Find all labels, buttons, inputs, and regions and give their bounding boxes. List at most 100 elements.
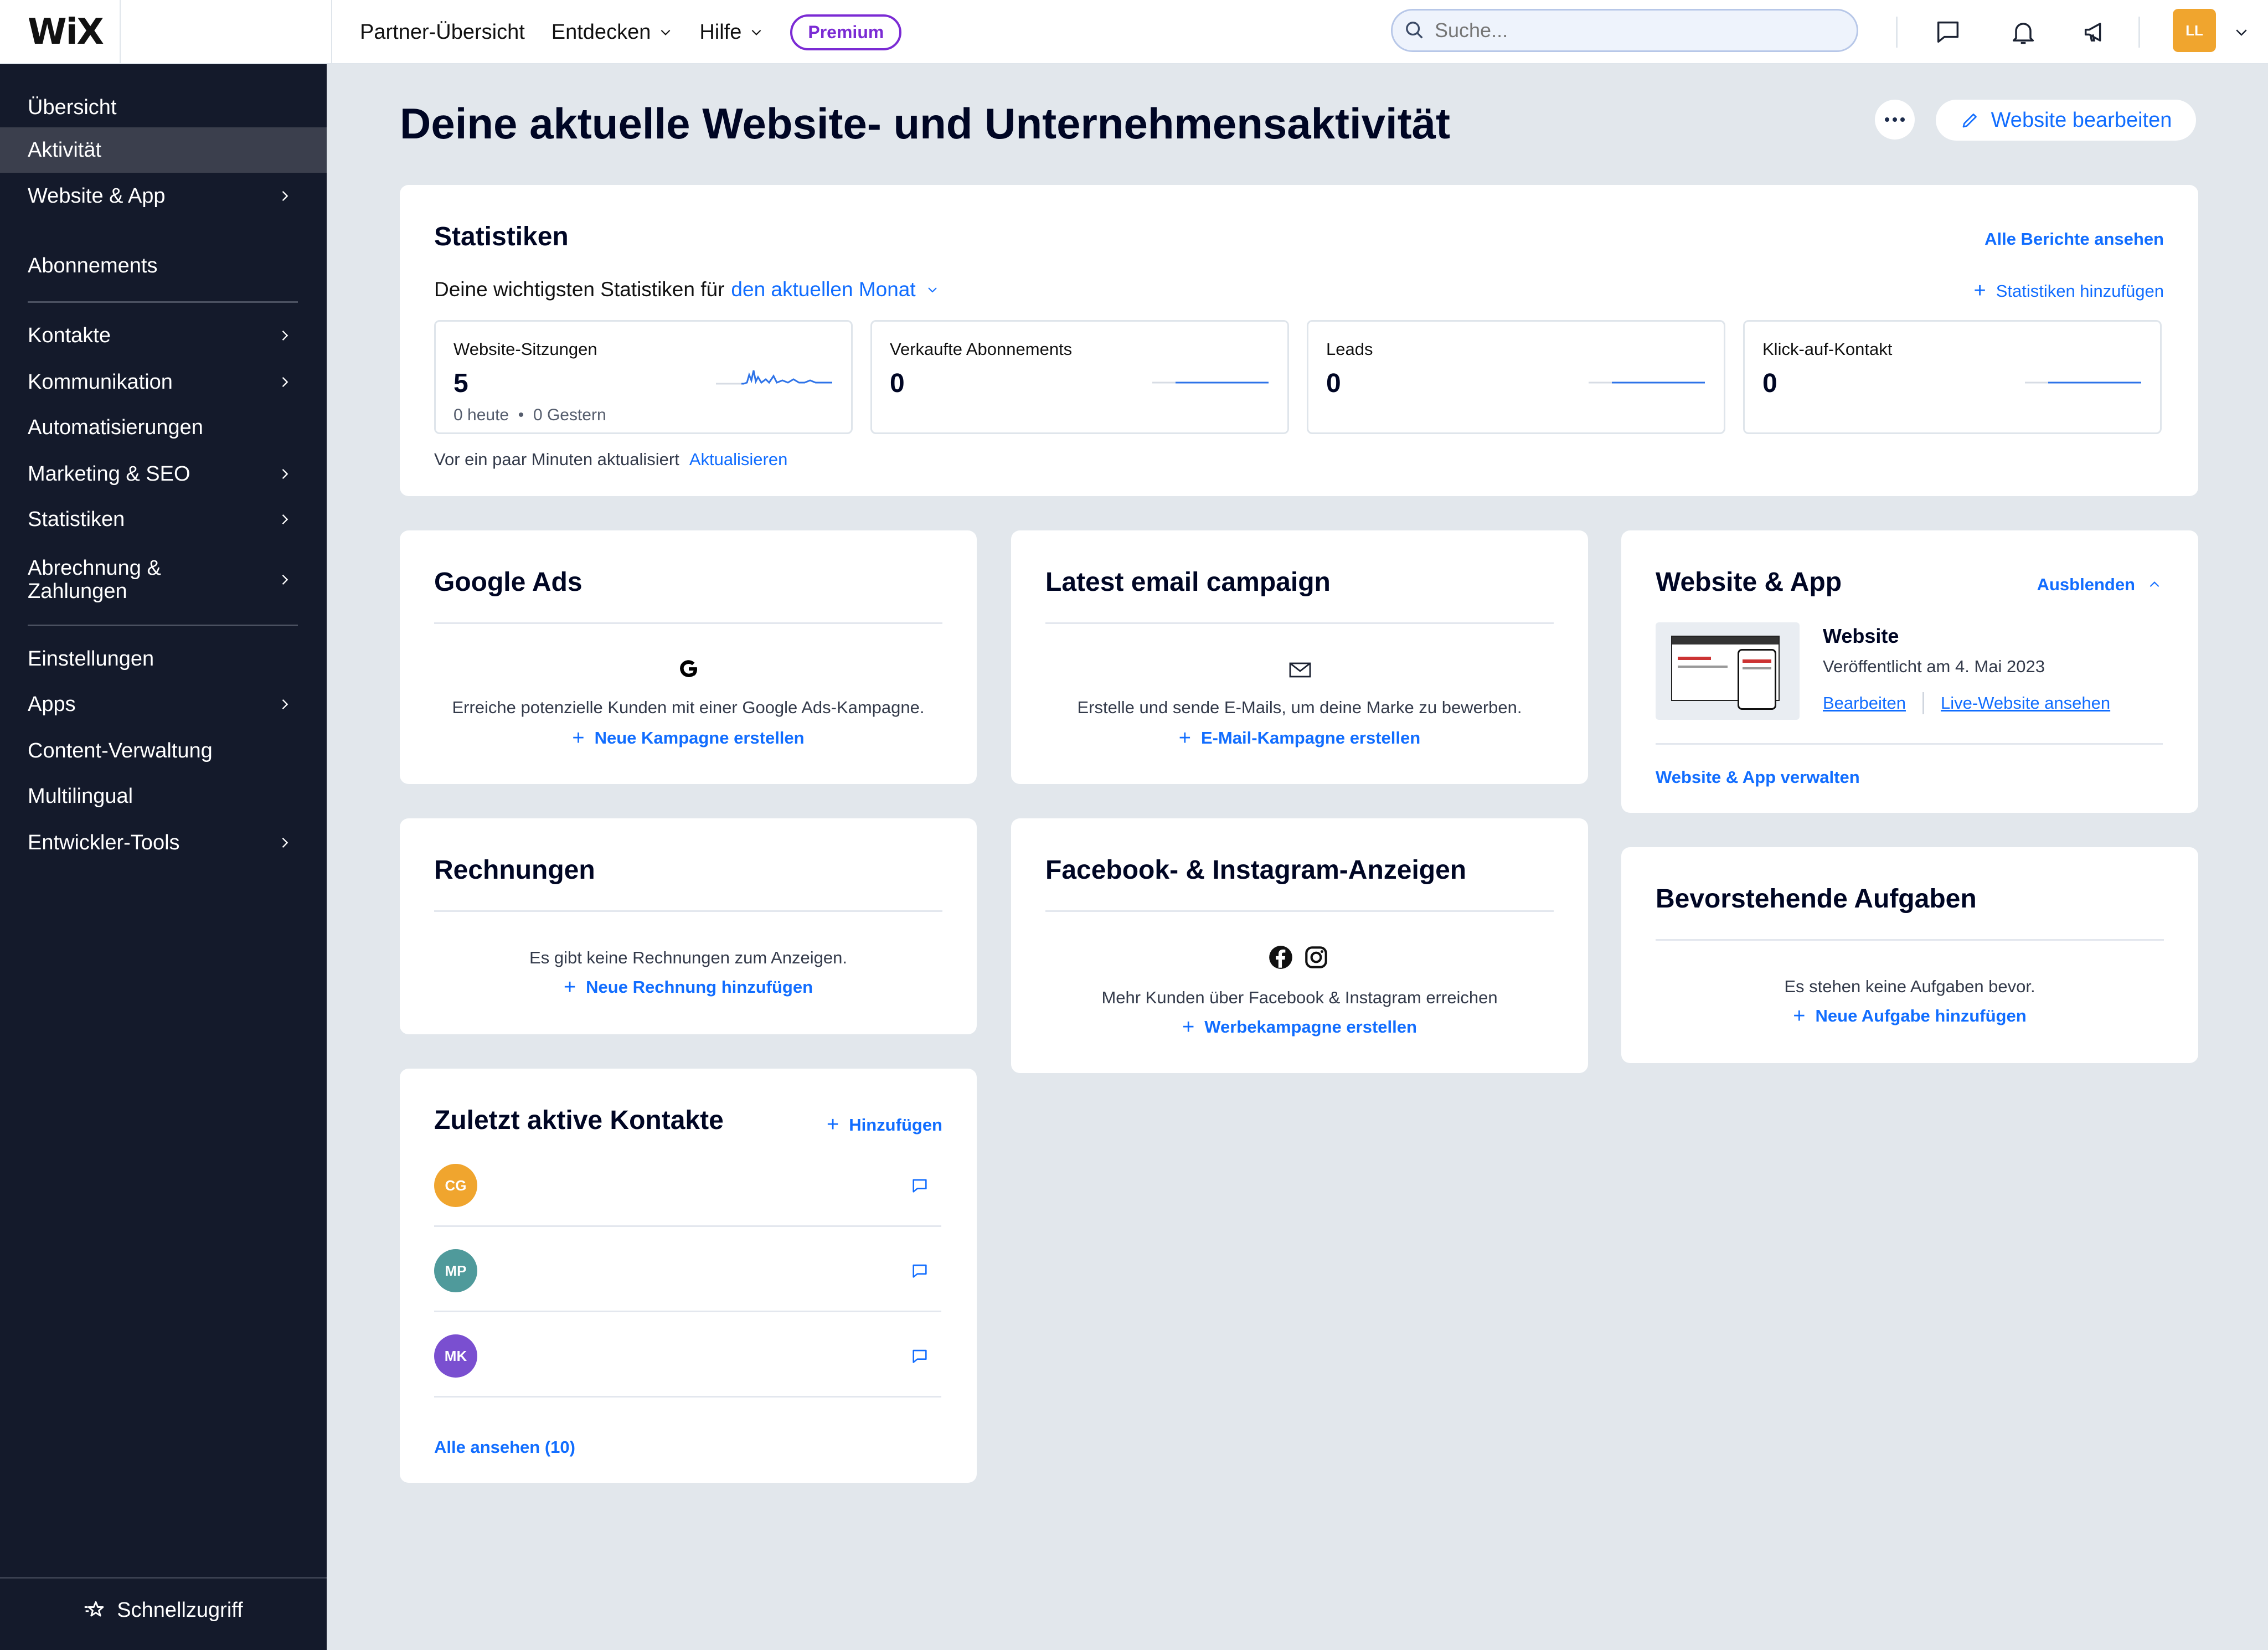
stat-label: Klick-auf-Kontakt [1762,339,1893,359]
stat-box-sold-subscriptions[interactable]: Verkaufte Abonnements 0 [870,320,1289,434]
all-reports-link[interactable]: Alle Berichte ansehen [1984,229,2164,249]
contact-row[interactable]: MP [434,1228,941,1312]
facebook-instagram-title: Facebook- & Instagram-Anzeigen [1045,855,1467,885]
message-icon[interactable] [910,1261,929,1280]
updated-info: Vor ein paar Minuten aktualisiert Aktual… [434,450,787,470]
plus-icon: + [1182,1015,1195,1039]
stat-today: 0 heute [453,406,509,424]
sidebar-item-communication[interactable]: Kommunikation [0,361,327,403]
add-task-label: Neue Aufgabe hinzufügen [1815,1006,2027,1025]
hide-button[interactable]: Ausblenden [2037,575,2162,595]
sidebar-item-label: Statistiken [28,507,125,531]
facebook-instagram-card: Facebook- & Instagram-Anzeigen Mehr Kund… [1011,818,1588,1073]
preview-accent [1678,657,1711,660]
chevron-right-icon [282,331,288,341]
edit-website-button[interactable]: Website bearbeiten [1936,100,2196,141]
manage-website-link[interactable]: Website & App verwalten [1656,767,1860,787]
preview-accent [1743,659,1771,663]
google-icon [678,658,700,680]
contact-row[interactable]: CG [434,1143,941,1227]
sidebar-item-label: Einstellungen [28,647,154,671]
chevron-right-icon [282,514,288,524]
more-actions-button[interactable] [1875,100,1915,140]
nav-help[interactable]: Hilfe [699,20,764,44]
website-app-card: Website & App Ausblenden Website Veröffe… [1621,530,2198,813]
user-avatar[interactable]: LL [2173,9,2216,52]
chevron-down-icon[interactable] [2226,17,2257,48]
sidebar-item-statistics[interactable]: Statistiken [0,498,327,540]
search-input[interactable] [1435,19,1822,42]
period-selector[interactable]: den aktuellen Monat [731,278,939,301]
sidebar-item-label: Website & App [28,184,166,208]
new-campaign-link[interactable]: + Neue Kampagne erstellen [400,726,977,750]
sidebar-item-activity[interactable]: Aktivität [0,127,327,173]
sidebar-item-multilingual[interactable]: Multilingual [0,775,327,817]
stat-label: Leads [1326,339,1373,359]
message-icon[interactable] [910,1347,929,1365]
stat-box-website-sessions[interactable]: Website-Sitzungen 5 0 heute • 0 Gestern [434,320,853,434]
create-email-campaign-link[interactable]: + E-Mail-Kampagne erstellen [1011,726,1588,750]
top-nav: Partner-Übersicht Entdecken Hilfe Premiu… [360,0,902,64]
sidebar-item-apps[interactable]: Apps [0,683,327,725]
sidebar-item-automations[interactable]: Automatisierungen [0,406,327,448]
premium-button[interactable]: Premium [790,14,902,50]
plus-icon: + [1178,726,1191,750]
sidebar-item-label: Marketing & SEO [28,462,190,486]
logo-area[interactable]: WiX [0,0,121,64]
website-app-title: Website & App [1656,568,1842,597]
nav-discover[interactable]: Entdecken [551,20,673,44]
sidebar-item-label: Kommunikation [28,370,173,394]
google-ads-text: Erreiche potenzielle Kunden mit einer Go… [452,698,925,717]
plus-icon: + [1793,1004,1806,1028]
stat-box-leads[interactable]: Leads 0 [1307,320,1725,434]
megaphone-icon[interactable] [2080,17,2111,48]
add-statistics-link[interactable]: + Statistiken hinzufügen [1973,279,2164,303]
contact-row[interactable]: MK [434,1313,941,1398]
add-task-link[interactable]: + Neue Aufgabe hinzufügen [1621,1004,2198,1028]
add-contact-link[interactable]: + Hinzufügen [827,1113,942,1137]
edit-site-link[interactable]: Bearbeiten [1823,693,1906,713]
sidebar-item-website-app[interactable]: Website & App [0,175,327,217]
dot [1893,117,1897,122]
message-icon[interactable] [910,1176,929,1195]
sidebar-item-settings[interactable]: Einstellungen [0,638,327,680]
chevron-right-icon [282,191,288,201]
view-all-contacts-link[interactable]: Alle ansehen (10) [434,1437,575,1457]
facebook-instagram-text: Mehr Kunden über Facebook & Instagram er… [1101,988,1498,1007]
search-bar[interactable] [1391,9,1858,52]
nav-discover-label: Entdecken [551,20,651,44]
add-invoice-link[interactable]: + Neue Rechnung hinzufügen [400,976,977,999]
dot [1885,117,1889,122]
sidebar-divider [0,1577,327,1579]
bell-icon[interactable] [2008,17,2039,48]
plus-icon: + [827,1113,839,1136]
sidebar-item-subscriptions[interactable]: Abonnements [0,245,327,287]
stat-box-click-to-contact[interactable]: Klick-auf-Kontakt 0 [1743,320,2162,434]
site-actions: Bearbeiten Live-Website ansehen [1823,692,2110,714]
upcoming-tasks-text: Es stehen keine Aufgaben bevor. [1784,977,2035,996]
website-thumbnail[interactable] [1656,622,1800,720]
sparkline [716,370,832,385]
sidebar-item-contacts[interactable]: Kontakte [0,314,327,357]
sidebar-item-billing[interactable]: Abrechnung & Zahlungen [0,549,327,610]
sidebar-item-label: Multilingual [28,784,133,808]
create-ad-campaign-link[interactable]: + Werbekampagne erstellen [1011,1015,1588,1039]
refresh-link[interactable]: Aktualisieren [689,450,787,470]
sidebar-item-content-management[interactable]: Content-Verwaltung [0,730,327,772]
sidebar-item-label: Content-Verwaltung [28,739,213,762]
sidebar-item-developer-tools[interactable]: Entwickler-Tools [0,822,327,864]
nav-partner-overview[interactable]: Partner-Übersicht [360,20,525,44]
sidebar-item-label: Apps [28,692,76,716]
create-ad-campaign-label: Werbekampagne erstellen [1204,1017,1417,1037]
wix-logo[interactable]: WiX [28,12,104,53]
quick-access-button[interactable]: Schnellzugriff [0,1598,327,1622]
view-live-site-link[interactable]: Live-Website ansehen [1941,693,2110,713]
chat-icon[interactable] [1932,17,1963,48]
sidebar-item-marketing-seo[interactable]: Marketing & SEO [0,453,327,495]
sidebar-item-label: Aktivität [28,138,102,162]
instagram-icon [1305,946,1327,968]
preview-header [1672,637,1779,644]
new-campaign-label: Neue Kampagne erstellen [594,728,805,747]
sparkline [2025,381,2141,384]
sidebar-item-overview[interactable]: Übersicht [0,86,327,128]
